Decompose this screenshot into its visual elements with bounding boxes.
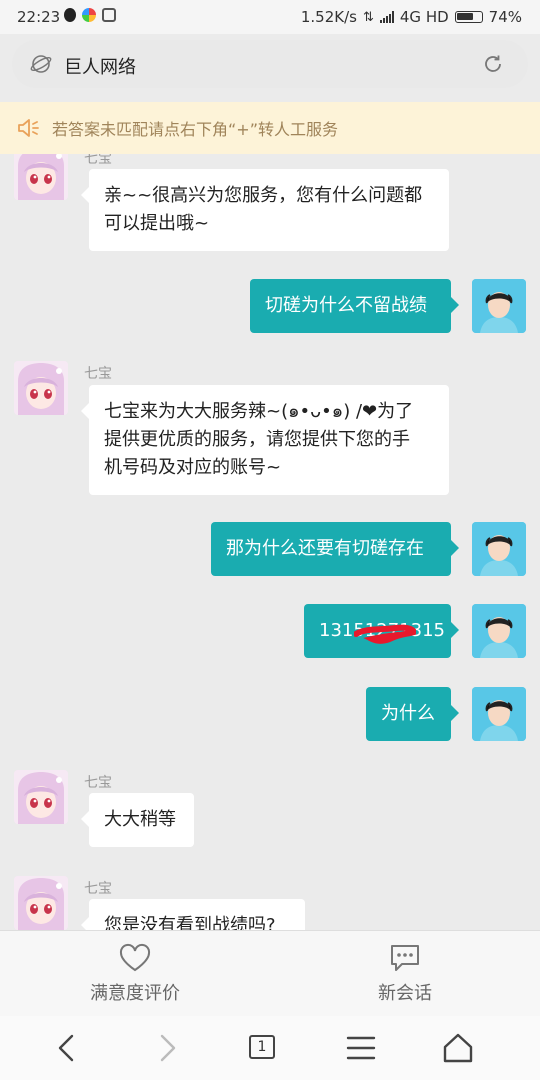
status-time: 22:23 — [17, 8, 61, 26]
message-text: 大大稍等 — [104, 809, 176, 830]
chat-bubble-icon — [391, 945, 419, 971]
user-avatar-icon — [472, 604, 526, 658]
home-icon[interactable] — [440, 1030, 476, 1066]
qq-icon — [64, 8, 76, 22]
message-line: 机号码及对应的账号~ — [104, 457, 282, 478]
tab-count: 1 — [257, 1039, 267, 1055]
message-line: 提供更优质的服务，请您提供下您的手 — [104, 429, 410, 450]
message-line: 亲~~很高兴为您服务，您有什么问题都 — [104, 185, 423, 206]
bot-message: 亲~~很高兴为您服务，您有什么问题都 可以提出哦~ — [81, 169, 449, 251]
rate-button[interactable]: 满意度评价 — [55, 943, 215, 1005]
speaker-icon — [18, 119, 39, 137]
bot-name: 七宝 — [84, 366, 112, 382]
anime-girl-icon — [14, 770, 68, 824]
new-session-label: 新会话 — [378, 983, 432, 1004]
heart-icon — [119, 943, 151, 972]
tabs-button[interactable]: 1 — [249, 1035, 275, 1059]
user-message: 切磋为什么不留战绩 — [250, 279, 459, 333]
bot-avatar — [14, 770, 68, 824]
message-line: 七宝来为大大服务辣~(๑•ᴗ•๑) /❤为了 — [104, 401, 414, 422]
redaction-scribble — [354, 624, 416, 644]
reload-icon[interactable] — [482, 53, 504, 75]
page-title: 巨人网络 — [64, 57, 136, 78]
chat-area[interactable]: 七宝 亲~~很高兴为您服务，您有什么问题都 可以提出哦~ 切磋为什么不留战绩 七… — [0, 154, 540, 930]
message-line: 可以提出哦~ — [104, 213, 210, 234]
user-avatar — [472, 279, 526, 333]
bot-message: 您是没有看到战绩吗? — [81, 899, 305, 930]
globe-icon — [30, 55, 52, 73]
battery-icon — [454, 11, 483, 23]
message-text: 切磋为什么不留战绩 — [265, 295, 427, 316]
back-icon[interactable] — [50, 1030, 86, 1066]
network-speed: 1.52K/s — [300, 8, 357, 26]
bot-name: 七宝 — [84, 775, 112, 791]
signal-icon — [379, 11, 394, 23]
bot-message: 大大稍等 — [81, 793, 194, 847]
app-icon — [82, 8, 96, 22]
menu-icon[interactable] — [343, 1030, 379, 1066]
user-avatar-icon — [472, 687, 526, 741]
user-message: 那为什么还要有切磋存在 — [211, 522, 459, 576]
new-session-button[interactable]: 新会话 — [325, 943, 485, 1005]
notice-text: 若答案未匹配请点右下角“+”转人工服务 — [52, 120, 338, 139]
battery-percent: 74% — [488, 8, 522, 26]
anime-girl-icon — [14, 361, 68, 415]
network-type: 4G HD — [399, 8, 449, 26]
forward-icon[interactable] — [148, 1030, 184, 1066]
status-bar: 22:23 1.52K/s ⇅ 4G HD 74% — [0, 0, 540, 34]
screenshot-icon — [102, 8, 116, 22]
anime-girl-icon — [14, 154, 68, 200]
rate-label: 满意度评价 — [90, 983, 180, 1004]
notice-banner: 若答案未匹配请点右下角“+”转人工服务 — [0, 102, 540, 154]
user-message: 13151271315 — [304, 604, 459, 658]
message-text: 您是没有看到战绩吗? — [104, 915, 276, 930]
user-avatar-icon — [472, 279, 526, 333]
user-avatar-icon — [472, 522, 526, 576]
bot-name: 七宝 — [84, 881, 112, 897]
notification-icons — [64, 8, 116, 22]
anime-girl-icon — [14, 876, 68, 930]
message-text: 为什么 — [381, 703, 435, 724]
bot-avatar — [14, 361, 68, 415]
bot-avatar — [14, 154, 68, 200]
bot-message: 七宝来为大大服务辣~(๑•ᴗ•๑) /❤为了 提供更优质的服务，请您提供下您的手… — [81, 385, 449, 495]
bot-name: 七宝 — [84, 154, 112, 167]
user-avatar — [472, 687, 526, 741]
user-avatar — [472, 604, 526, 658]
user-avatar — [472, 522, 526, 576]
bottom-action-bar: 满意度评价 新会话 — [0, 930, 540, 1017]
address-bar[interactable]: 巨人网络 — [12, 40, 528, 88]
bot-avatar — [14, 876, 68, 930]
message-text: 那为什么还要有切磋存在 — [226, 538, 424, 559]
data-arrows-icon: ⇅ — [362, 9, 374, 25]
user-message: 为什么 — [366, 687, 459, 741]
